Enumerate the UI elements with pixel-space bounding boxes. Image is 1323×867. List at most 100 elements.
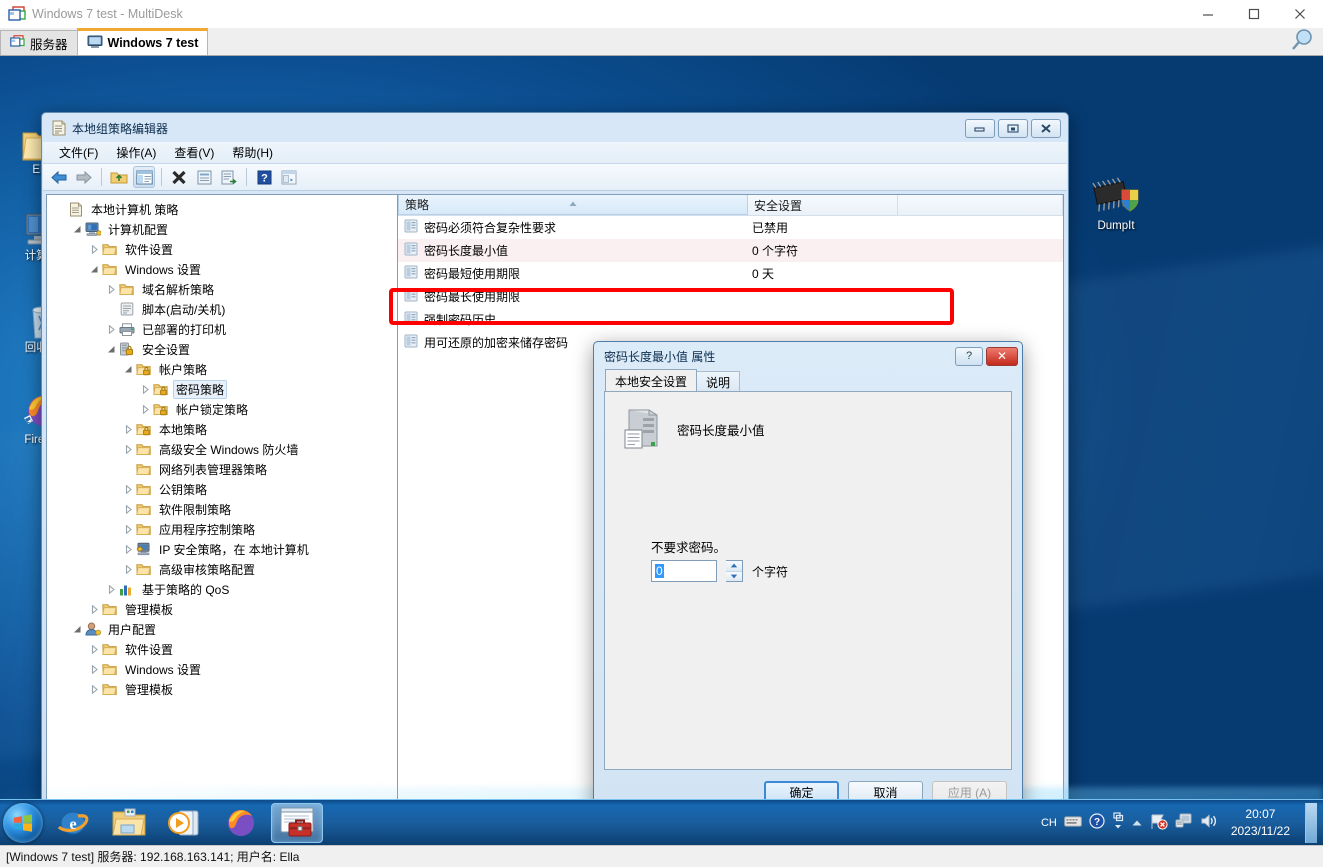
taskbar-media-player[interactable] <box>159 803 211 843</box>
stepper-buttons[interactable] <box>726 560 743 582</box>
close-button[interactable] <box>1277 0 1323 28</box>
action-center-help-icon[interactable]: ? <box>1089 813 1105 832</box>
restore-button[interactable] <box>998 118 1028 138</box>
menu-help[interactable]: 帮助(H) <box>224 142 281 163</box>
expander-closed-icon[interactable] <box>87 244 101 254</box>
expander-closed-icon[interactable] <box>138 384 152 394</box>
forward-button[interactable] <box>73 166 95 188</box>
tree-item[interactable]: Windows 设置 <box>47 259 397 279</box>
tab-explain[interactable]: 说明 <box>696 371 741 391</box>
tree-item[interactable]: Windows 设置 <box>47 659 397 679</box>
column-header-policy[interactable]: 策略 <box>398 195 748 215</box>
windows-start-orb[interactable] <box>3 802 43 843</box>
up-folder-button[interactable] <box>108 166 130 188</box>
column-header-security-setting[interactable]: 安全设置 <box>748 195 898 215</box>
column-header-extra[interactable] <box>898 195 1063 215</box>
expander-closed-icon[interactable] <box>121 564 135 574</box>
help-button[interactable]: ? <box>955 346 983 366</box>
tree-item[interactable]: 密码策略 <box>47 379 397 399</box>
expander-closed-icon[interactable] <box>87 604 101 614</box>
expander-closed-icon[interactable] <box>138 404 152 414</box>
tree-item[interactable]: 公钥策略 <box>47 479 397 499</box>
expander-closed-icon[interactable] <box>121 504 135 514</box>
magnifier-icon[interactable] <box>1289 27 1315 53</box>
delete-button[interactable] <box>168 166 190 188</box>
tree-item[interactable]: 安全设置 <box>47 339 397 359</box>
tree-item[interactable]: 软件设置 <box>47 639 397 659</box>
expander-closed-icon[interactable] <box>104 324 118 334</box>
minimize-button[interactable] <box>965 118 995 138</box>
tree-item[interactable]: 本地策略 <box>47 419 397 439</box>
tree-item[interactable]: 软件设置 <box>47 239 397 259</box>
show-hidden-icons-icon[interactable] <box>1112 811 1124 834</box>
expander-open-icon[interactable] <box>70 625 84 634</box>
tree-item[interactable]: 高级审核策略配置 <box>47 559 397 579</box>
tree-item[interactable]: 基于策略的 QoS <box>47 579 397 599</box>
console-tree-button[interactable] <box>133 166 155 188</box>
expander-open-icon[interactable] <box>70 225 84 234</box>
table-row[interactable]: 密码最长使用期限 <box>398 285 1063 308</box>
expander-closed-icon[interactable] <box>104 584 118 594</box>
tree-item[interactable]: 应用程序控制策略 <box>47 519 397 539</box>
table-row[interactable]: 密码最短使用期限 0 天 <box>398 262 1063 285</box>
tab-local-security-setting[interactable]: 本地安全设置 <box>605 369 698 391</box>
tree-item[interactable]: 帐户策略 <box>47 359 397 379</box>
expander-closed-icon[interactable] <box>87 664 101 674</box>
minimize-button[interactable] <box>1185 0 1231 28</box>
tree-item[interactable]: 管理模板 <box>47 679 397 699</box>
tree-item[interactable]: 计算机配置 <box>47 219 397 239</box>
menu-action[interactable]: 操作(A) <box>108 142 164 163</box>
tree-item[interactable]: 高级安全 Windows 防火墙 <box>47 439 397 459</box>
export-list-button[interactable] <box>218 166 240 188</box>
expander-closed-icon[interactable] <box>87 684 101 694</box>
expander-closed-icon[interactable] <box>87 644 101 654</box>
maximize-button[interactable] <box>1231 0 1277 28</box>
expander-closed-icon[interactable] <box>104 284 118 294</box>
expander-closed-icon[interactable] <box>121 424 135 434</box>
tab-servers[interactable]: 服务器 <box>0 30 78 55</box>
flag-alert-icon[interactable] <box>1150 813 1168 833</box>
password-length-input[interactable]: 0 <box>651 560 717 582</box>
taskbar-windows-explorer[interactable] <box>103 803 155 843</box>
network-icon[interactable] <box>1175 813 1193 832</box>
view-pane-button[interactable] <box>278 166 300 188</box>
desktop-icon-dumpit[interactable]: DumpIt <box>1076 174 1156 234</box>
table-row[interactable]: 密码长度最小值 0 个字符 <box>398 239 1063 262</box>
table-row[interactable]: 密码必须符合复杂性要求 已禁用 <box>398 216 1063 239</box>
dialog-titlebar[interactable]: 密码长度最小值 属性 ? ✕ <box>595 343 1021 369</box>
expander-closed-icon[interactable] <box>121 484 135 494</box>
tree-item[interactable]: 网络列表管理器策略 <box>47 459 397 479</box>
tree-item[interactable]: 本地计算机 策略 <box>47 199 397 219</box>
taskbar-internet-explorer[interactable]: e <box>47 803 99 843</box>
close-button[interactable]: ✕ <box>986 346 1018 366</box>
expander-open-icon[interactable] <box>87 265 101 274</box>
stepper-down-icon[interactable] <box>726 570 742 581</box>
expander-closed-icon[interactable] <box>121 524 135 534</box>
stepper-up-icon[interactable] <box>726 561 742 571</box>
menu-view[interactable]: 查看(V) <box>166 142 222 163</box>
expander-closed-icon[interactable] <box>121 444 135 454</box>
back-button[interactable] <box>48 166 70 188</box>
help-button[interactable]: ? <box>253 166 275 188</box>
policy-tree-pane[interactable]: 本地计算机 策略 计算机配置 软件设置 Windows 设置 域名解析策略 脚本(启动/关… <box>46 194 398 808</box>
table-row[interactable]: 强制密码历史 <box>398 308 1063 331</box>
windows7-desktop[interactable]: Ella 计算机 <box>0 56 1323 867</box>
expander-open-icon[interactable] <box>121 365 135 374</box>
tree-item[interactable]: 用户配置 <box>47 619 397 639</box>
tree-item[interactable]: 脚本(启动/关机) <box>47 299 397 319</box>
tab-windows-7-test[interactable]: Windows 7 test <box>76 28 209 55</box>
tree-item[interactable]: 管理模板 <box>47 599 397 619</box>
ime-indicator[interactable]: CH <box>1041 817 1057 829</box>
expander-open-icon[interactable] <box>104 345 118 354</box>
tree-item[interactable]: 软件限制策略 <box>47 499 397 519</box>
password-length-stepper[interactable]: 0 个字符 <box>651 560 788 582</box>
gpe-titlebar[interactable]: 本地组策略编辑器 <box>43 114 1067 142</box>
properties-button[interactable] <box>193 166 215 188</box>
taskbar-firefox[interactable] <box>215 803 267 843</box>
chevron-up-icon[interactable] <box>1131 816 1143 830</box>
tree-item[interactable]: 已部署的打印机 <box>47 319 397 339</box>
menu-file[interactable]: 文件(F) <box>51 142 106 163</box>
tree-item[interactable]: IP 安全策略，在 本地计算机 <box>47 539 397 559</box>
volume-icon[interactable] <box>1200 813 1218 832</box>
show-desktop-button[interactable] <box>1305 802 1317 843</box>
